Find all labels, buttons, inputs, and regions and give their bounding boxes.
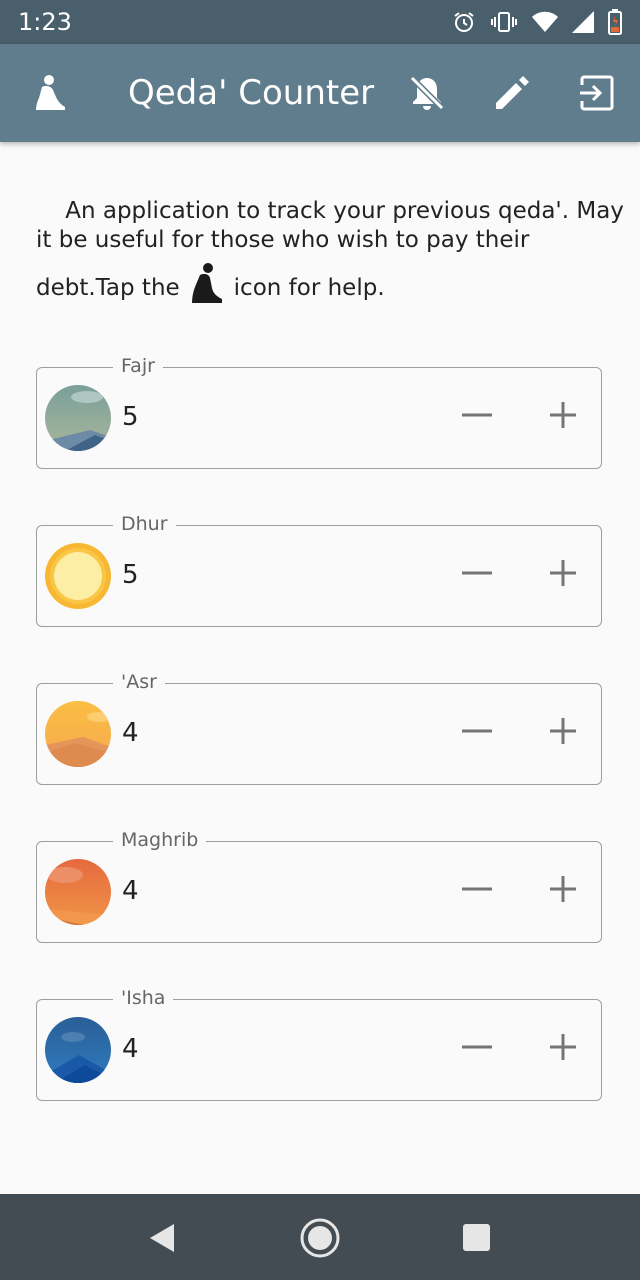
increment-button[interactable] xyxy=(545,871,581,907)
increment-button[interactable] xyxy=(545,397,581,433)
prayer-count: 4 xyxy=(122,718,139,748)
prayer-label: Fajr xyxy=(113,355,163,377)
notifications-off-icon[interactable] xyxy=(406,72,448,114)
app-title: Qeda' Counter xyxy=(128,73,375,113)
intro-line-3-after: icon for help. xyxy=(233,274,385,301)
back-icon[interactable] xyxy=(140,1216,184,1260)
intro-line-2: it be useful for those who wish to pay t… xyxy=(36,227,530,253)
asr-afternoon-avatar xyxy=(45,701,111,767)
decrement-button[interactable] xyxy=(459,713,495,749)
vibrate-icon xyxy=(491,12,517,32)
increment-button[interactable] xyxy=(545,555,581,591)
recents-icon[interactable] xyxy=(455,1216,499,1260)
status-time: 1:23 xyxy=(18,8,72,36)
isha-night-avatar xyxy=(45,1017,111,1083)
status-bar: 1:23 xyxy=(0,0,640,44)
dhur-sun-avatar xyxy=(45,543,111,609)
wifi-icon xyxy=(532,11,558,32)
intro-text: An application to track your previous qe… xyxy=(36,197,624,310)
home-icon[interactable] xyxy=(298,1216,342,1260)
app-bar: Qeda' Counter xyxy=(0,44,640,142)
exit-icon[interactable] xyxy=(576,72,618,114)
alarm-icon xyxy=(454,12,474,32)
prayer-count: 5 xyxy=(122,402,139,432)
intro-line-3-before: debt.Tap the xyxy=(36,274,180,301)
increment-button[interactable] xyxy=(545,1029,581,1065)
maghrib-sunset-avatar xyxy=(45,859,111,925)
prayer-card-fajr: Fajr 5 xyxy=(36,355,602,469)
prayer-count: 4 xyxy=(122,876,139,906)
decrement-button[interactable] xyxy=(459,397,495,433)
prayer-card-isha: 'Isha 4 xyxy=(36,987,602,1101)
prayer-label: 'Asr xyxy=(113,671,165,693)
increment-button[interactable] xyxy=(545,713,581,749)
prayer-person-icon xyxy=(190,262,224,306)
prayer-count: 4 xyxy=(122,1034,139,1064)
prayer-label: Dhur xyxy=(113,513,176,535)
navigation-bar xyxy=(0,1194,640,1280)
prayer-label: Maghrib xyxy=(113,829,207,851)
edit-pencil-icon[interactable] xyxy=(491,72,533,114)
prayer-label: 'Isha xyxy=(113,987,174,1009)
signal-icon xyxy=(572,11,594,33)
prayer-card-dhur: Dhur 5 xyxy=(36,513,602,627)
prayer-card-maghrib: Maghrib 4 xyxy=(36,829,602,943)
intro-line-1: An application to track your previous qe… xyxy=(36,198,624,224)
decrement-button[interactable] xyxy=(459,871,495,907)
prayer-count: 5 xyxy=(122,560,139,590)
decrement-button[interactable] xyxy=(459,555,495,591)
decrement-button[interactable] xyxy=(459,1029,495,1065)
prayer-card-asr: 'Asr 4 xyxy=(36,671,602,785)
fajr-dawn-avatar xyxy=(45,385,111,451)
status-icons xyxy=(452,8,622,36)
battery-low-icon xyxy=(608,9,622,35)
intro-line-3: debt.Tap the icon for help. xyxy=(36,263,606,310)
prayer-person-icon[interactable] xyxy=(30,72,72,114)
